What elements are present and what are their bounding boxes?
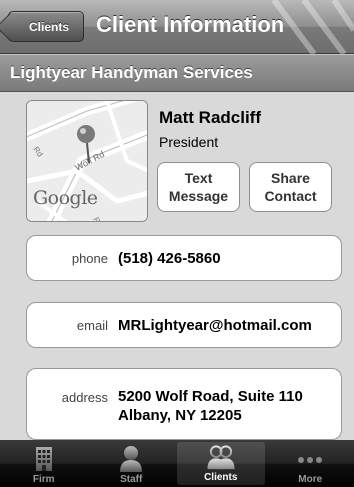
phone-label: phone — [71, 251, 108, 266]
contact-name: Matt Radcliff — [159, 108, 261, 127]
text-message-button[interactable]: Text Message — [157, 162, 240, 212]
more-icon — [298, 457, 323, 463]
email-field[interactable]: email MRLightyear@hotmail.com — [26, 302, 342, 348]
tab-more-label: More — [298, 474, 323, 485]
email-label: email — [76, 318, 108, 333]
address-label: address — [61, 390, 108, 405]
tab-clients[interactable]: Clients — [177, 442, 265, 485]
google-logo: Google — [33, 187, 98, 209]
navigation-bar: Clients Client Information — [0, 0, 354, 54]
address-line1: 5200 Wolf Road, Suite 110 — [118, 388, 303, 405]
text-message-label-line2: Message — [168, 188, 229, 204]
phone-value: (518) 426-5860 — [118, 250, 221, 267]
tab-staff-label: Staff — [120, 474, 143, 485]
back-button-label: Clients — [28, 19, 69, 34]
text-message-label-line1: Text — [184, 170, 213, 186]
tab-more[interactable]: More — [267, 440, 354, 487]
share-contact-label-line2: Contact — [264, 188, 317, 204]
back-button[interactable]: Clients — [8, 11, 84, 42]
tab-staff[interactable]: Staff — [88, 440, 176, 487]
share-contact-button[interactable]: Share Contact — [249, 162, 332, 212]
tab-bar: Firm Staff Clients More — [0, 440, 354, 487]
client-detail: Rd Wolf Rd Rd Google Matt Radcliff Presi… — [0, 92, 354, 440]
tab-firm-label: Firm — [32, 474, 55, 485]
person-icon — [120, 446, 143, 472]
people-icon — [207, 445, 235, 470]
tab-clients-label: Clients — [204, 472, 238, 483]
share-contact-label-line1: Share — [271, 170, 310, 186]
company-name: Lightyear Handyman Services — [0, 54, 354, 92]
phone-field[interactable]: phone (518) 426-5860 — [26, 235, 342, 281]
address-field[interactable]: address 5200 Wolf Road, Suite 110 Albany… — [26, 368, 342, 440]
tab-firm[interactable]: Firm — [0, 440, 88, 487]
building-icon — [35, 447, 52, 471]
location-map[interactable]: Rd Wolf Rd Rd Google — [26, 100, 148, 222]
address-line2: Albany, NY 12205 — [118, 407, 242, 424]
page-title: Client Information — [96, 12, 285, 37]
contact-title: President — [159, 134, 219, 150]
address-value: 5200 Wolf Road, Suite 110 Albany, NY 122… — [118, 387, 303, 425]
email-value: MRLightyear@hotmail.com — [118, 317, 312, 334]
